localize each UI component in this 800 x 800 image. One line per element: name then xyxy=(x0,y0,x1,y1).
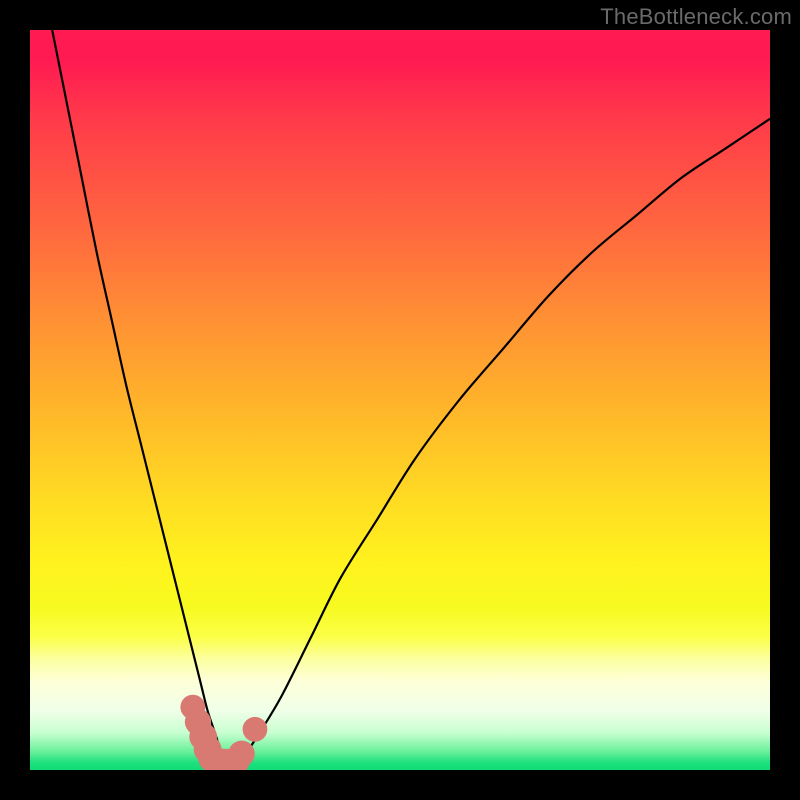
curve-marker xyxy=(229,741,255,767)
curve-marker xyxy=(243,717,268,742)
watermark-text: TheBottleneck.com xyxy=(600,4,792,30)
curve-markers xyxy=(180,695,267,770)
curve-line xyxy=(52,30,770,763)
chart-svg xyxy=(30,30,770,770)
outer-frame: TheBottleneck.com xyxy=(0,0,800,800)
plot-area xyxy=(30,30,770,770)
